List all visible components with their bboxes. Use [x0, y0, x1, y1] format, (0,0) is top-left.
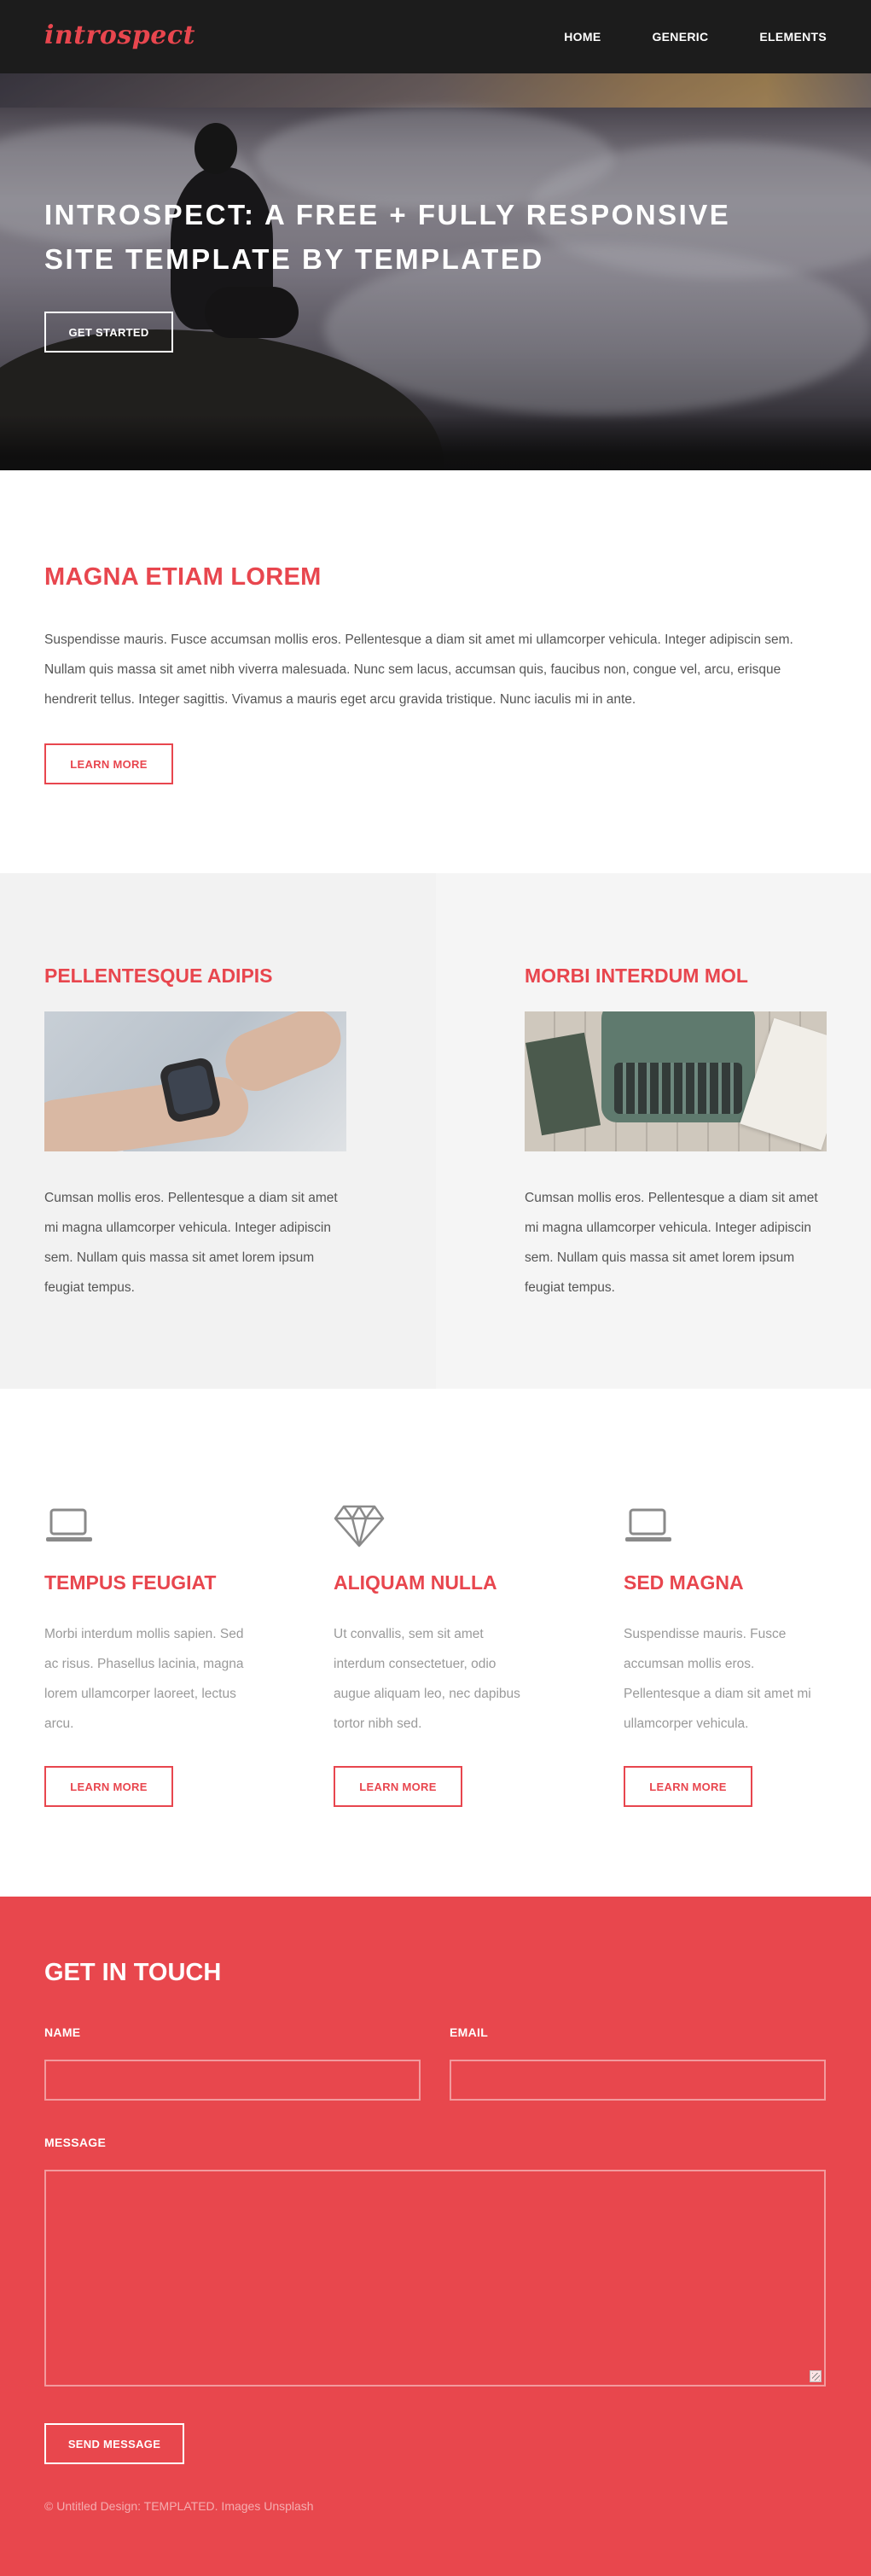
nav-generic[interactable]: GENERIC — [652, 30, 708, 44]
site-header: introspect HOME GENERIC ELEMENTS — [0, 0, 871, 73]
column-right-text: Cumsan mollis eros. Pellentesque a diam … — [525, 1191, 818, 1295]
contact-section: GET IN TOUCH NAME EMAIL MESSAGE SEND MES… — [0, 1897, 871, 2576]
two-column-section: PELLENTESQUE ADIPIS Cumsan mollis eros. … — [0, 873, 871, 1389]
contact-title: GET IN TOUCH — [44, 1959, 222, 1986]
column-left-title: PELLENTESQUE ADIPIS — [44, 965, 273, 987]
learn-more-button[interactable]: LEARN MORE — [334, 1766, 462, 1807]
diamond-icon — [334, 1505, 385, 1547]
laptop-icon — [625, 1508, 671, 1542]
intro-title: MAGNA ETIAM LOREM — [44, 563, 322, 591]
laptop-icon — [46, 1508, 92, 1542]
learn-more-button[interactable]: LEARN MORE — [44, 1766, 173, 1807]
get-started-button[interactable]: GET STARTED — [44, 312, 173, 353]
features-section: TEMPUS FEUGIAT Morbi interdum mollis sap… — [0, 1389, 871, 1897]
send-message-button[interactable]: SEND MESSAGE — [44, 2423, 184, 2464]
feature-title: SED MAGNA — [624, 1571, 744, 1594]
nav-home[interactable]: HOME — [564, 30, 601, 44]
typewriter-image — [525, 1011, 827, 1151]
message-label: MESSAGE — [44, 2136, 107, 2149]
smartwatch-image — [44, 1011, 346, 1151]
message-wrapper — [44, 2170, 826, 2387]
hero-title: INTROSPECT: A FREE + FULLY RESPONSIVE SI… — [44, 193, 795, 282]
nav-elements[interactable]: ELEMENTS — [759, 30, 827, 44]
name-field[interactable] — [44, 2060, 421, 2101]
main-nav: HOME GENERIC ELEMENTS — [564, 0, 827, 73]
column-left-text: Cumsan mollis eros. Pellentesque a diam … — [44, 1191, 338, 1295]
feature-title: ALIQUAM NULLA — [334, 1571, 497, 1594]
resize-handle-icon[interactable] — [810, 2370, 822, 2382]
feature-title: TEMPUS FEUGIAT — [44, 1571, 217, 1594]
feature-item: ALIQUAM NULLA Ut convallis, sem sit amet… — [334, 1389, 555, 1897]
feature-text: Ut convallis, sem sit amet interdum cons… — [334, 1627, 520, 1731]
email-field[interactable] — [450, 2060, 826, 2101]
site-logo[interactable]: introspect — [44, 20, 195, 50]
feature-item: TEMPUS FEUGIAT Morbi interdum mollis sap… — [44, 1389, 266, 1897]
image-book — [525, 1032, 601, 1136]
hero-banner: INTROSPECT: A FREE + FULLY RESPONSIVE SI… — [0, 73, 871, 470]
feature-text: Morbi interdum mollis sapien. Sed ac ris… — [44, 1627, 244, 1731]
column-right-title: MORBI INTERDUM MOL — [525, 965, 748, 987]
message-field[interactable] — [44, 2170, 826, 2387]
learn-more-button[interactable]: LEARN MORE — [44, 743, 173, 784]
intro-text: Suspendisse mauris. Fusce accumsan molli… — [44, 632, 793, 707]
name-label: NAME — [44, 2025, 81, 2039]
hero-title-strong: INTROSPECT: — [44, 199, 256, 230]
image-watch — [158, 1056, 223, 1124]
image-keys — [614, 1063, 742, 1114]
learn-more-button[interactable]: LEARN MORE — [624, 1766, 752, 1807]
feature-text: Suspendisse mauris. Fusce accumsan molli… — [624, 1627, 811, 1731]
column-left: PELLENTESQUE ADIPIS Cumsan mollis eros. … — [0, 873, 436, 1389]
column-right: MORBI INTERDUM MOL Cumsan mollis eros. P… — [436, 873, 871, 1389]
email-label: EMAIL — [450, 2025, 489, 2039]
copyright-text: © Untitled Design: TEMPLATED. Images Uns… — [44, 2499, 314, 2513]
feature-item: SED MAGNA Suspendisse mauris. Fusce accu… — [624, 1389, 845, 1897]
intro-section: MAGNA ETIAM LOREM Suspendisse mauris. Fu… — [0, 470, 871, 873]
image-arm — [44, 1073, 253, 1151]
